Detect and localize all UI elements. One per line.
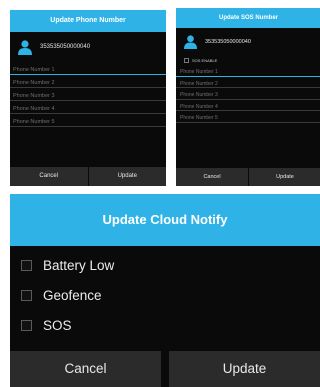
phone-number-3-field[interactable]: Phone Number 3 bbox=[10, 88, 166, 101]
option-label: Geofence bbox=[43, 287, 102, 303]
update-button[interactable]: Update bbox=[87, 167, 166, 186]
device-id: 353535050000040 bbox=[205, 39, 251, 45]
option-label: Battery Low bbox=[43, 257, 115, 273]
dialog-title: Update Phone Number bbox=[10, 10, 166, 32]
phone-number-4-field[interactable]: Phone Number 4 bbox=[10, 101, 166, 114]
notify-options: Battery Low Geofence SOS bbox=[10, 246, 320, 340]
dialog-buttons: Cancel Update bbox=[10, 351, 320, 387]
sos-enable-checkbox[interactable] bbox=[184, 58, 189, 64]
sos-number-3-field[interactable]: Phone Number 3 bbox=[176, 88, 320, 100]
update-button[interactable]: Update bbox=[248, 168, 320, 186]
cancel-button[interactable]: Cancel bbox=[10, 167, 88, 186]
sos-enable-toggle[interactable]: SOS ENABLE bbox=[176, 56, 320, 65]
sos-enable-label: SOS ENABLE bbox=[192, 58, 218, 63]
phone-number-5-field[interactable]: Phone Number 5 bbox=[10, 114, 166, 127]
battery-low-checkbox[interactable] bbox=[21, 259, 32, 271]
cancel-button[interactable]: Cancel bbox=[176, 168, 248, 186]
device-id: 353535050000040 bbox=[40, 44, 91, 50]
sos-number-2-field[interactable]: Phone Number 2 bbox=[176, 77, 320, 88]
sos-checkbox[interactable] bbox=[21, 319, 32, 331]
sos-option[interactable]: SOS bbox=[10, 310, 320, 340]
update-button[interactable]: Update bbox=[169, 351, 320, 387]
option-label: SOS bbox=[43, 317, 72, 333]
phone-number-2-field[interactable]: Phone Number 2 bbox=[10, 75, 166, 88]
dialog-title: Update Cloud Notify bbox=[10, 194, 320, 246]
dialog-buttons: Cancel Update bbox=[10, 167, 166, 186]
person-icon bbox=[184, 35, 197, 49]
dialog-buttons: Cancel Update bbox=[176, 168, 320, 186]
update-sos-number-dialog: Update SOS Number 353535050000040 SOS EN… bbox=[176, 8, 320, 186]
sos-number-1-field[interactable]: Phone Number 1 bbox=[176, 65, 320, 77]
sos-number-4-field[interactable]: Phone Number 4 bbox=[176, 100, 320, 111]
update-cloud-notify-dialog: Update Cloud Notify Battery Low Geofence… bbox=[10, 194, 320, 387]
geofence-option[interactable]: Geofence bbox=[10, 280, 320, 310]
cancel-button[interactable]: Cancel bbox=[10, 351, 161, 387]
sos-number-5-field[interactable]: Phone Number 5 bbox=[176, 111, 320, 123]
phone-number-1-field[interactable]: Phone Number 1 bbox=[10, 62, 166, 75]
update-phone-number-dialog: Update Phone Number 353535050000040 Phon… bbox=[10, 10, 166, 186]
contact-row: 353535050000040 bbox=[176, 28, 320, 56]
battery-low-option[interactable]: Battery Low bbox=[10, 250, 320, 280]
contact-row: 353535050000040 bbox=[10, 32, 166, 62]
dialog-title: Update SOS Number bbox=[176, 8, 320, 28]
person-icon bbox=[18, 39, 32, 55]
geofence-checkbox[interactable] bbox=[21, 289, 32, 301]
